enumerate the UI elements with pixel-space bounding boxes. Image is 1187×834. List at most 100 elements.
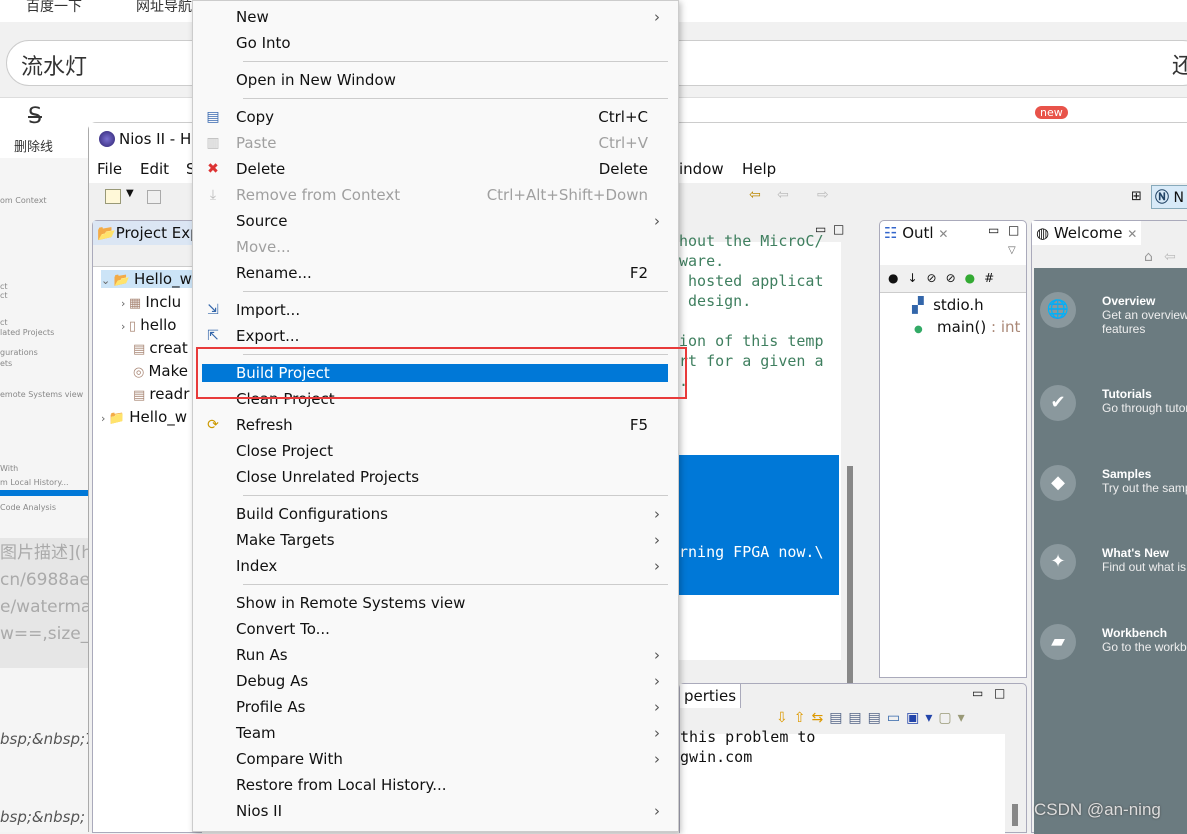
console-output[interactable]: this problem to gwin.com	[680, 728, 1005, 834]
code-editor[interactable]: hout the MicroC/ware. hosted applicat de…	[679, 232, 841, 660]
back-icon[interactable]: ⇦	[777, 187, 789, 203]
hide-members-icon[interactable]: ●	[965, 271, 984, 285]
menu-item-import[interactable]: ⇲ Import...	[193, 297, 678, 323]
display-console-icon[interactable]: ▣▾	[906, 710, 938, 726]
clear-icon[interactable]: ▤▤▤	[829, 710, 887, 726]
dropdown-icon[interactable]: ▼	[126, 188, 134, 199]
sort-icon[interactable]: ↓	[907, 271, 926, 285]
chevron-right-icon[interactable]: ›	[101, 412, 109, 425]
tree-item[interactable]: ▤ creat	[121, 339, 188, 357]
maximize-icon[interactable]: □	[833, 222, 844, 236]
welcome-item-title: Workbench	[1102, 626, 1168, 640]
close-icon[interactable]: ✕	[1127, 227, 1137, 241]
outline-item[interactable]: ● main() : int	[914, 318, 1020, 336]
scrollbar[interactable]	[1012, 804, 1018, 826]
maximize-icon[interactable]: □	[1008, 223, 1019, 237]
tree-item[interactable]: › 📁 Hello_w	[101, 408, 187, 426]
menu-item-restore-from-local-history[interactable]: Restore from Local History...	[193, 772, 678, 798]
welcome-item-samples[interactable]: ◆ Samples Try out the samp	[1040, 465, 1187, 509]
tab-welcome[interactable]: ◍ Welcome ✕	[1032, 221, 1142, 245]
markdown-line: 图片描述](h	[0, 543, 88, 563]
menu-item-build-configurations[interactable]: Build Configurations ›	[193, 501, 678, 527]
menu-edit[interactable]: Edit	[140, 160, 169, 178]
menu-item-show-in-remote-systems-view[interactable]: Show in Remote Systems view	[193, 590, 678, 616]
close-icon[interactable]: ✕	[938, 227, 948, 241]
nios-perspective-button[interactable]: Ⓝ N	[1151, 185, 1187, 209]
menu-item-index[interactable]: Index ›	[193, 553, 678, 579]
next-icon[interactable]: ⇩	[776, 710, 794, 726]
hide-macros-icon[interactable]: #	[984, 271, 1003, 285]
menu-window[interactable]: indow	[679, 160, 724, 178]
link-icon[interactable]: ⇆	[811, 710, 829, 726]
tree-item[interactable]: › ▦ Inclu	[121, 293, 181, 311]
menu-item-remove-from-context[interactable]: ⤓ Remove from Context Ctrl+Alt+Shift+Down	[193, 182, 678, 208]
bookmark[interactable]: 网址导航	[136, 0, 192, 16]
new-icon[interactable]	[105, 189, 121, 204]
strikethrough-icon[interactable]: S	[28, 104, 42, 129]
prev-icon[interactable]: ⇧	[794, 710, 812, 726]
menu-item-rename[interactable]: Rename... F2	[193, 260, 678, 286]
menu-item-shortcut: Ctrl+V	[598, 134, 648, 152]
open-perspective-icon[interactable]: ⊞	[1131, 189, 1142, 204]
menu-item-team[interactable]: Team ›	[193, 720, 678, 746]
save-icon[interactable]	[147, 190, 161, 204]
hide-nonpublic-icon[interactable]: ⊘	[946, 271, 965, 285]
menu-item-run-as[interactable]: Run As ›	[193, 642, 678, 668]
pin-icon[interactable]: ▭	[887, 710, 906, 726]
welcome-item-what-s-new[interactable]: ✦ What's New Find out what is	[1040, 544, 1187, 588]
open-console-icon[interactable]: ▢▾	[938, 710, 970, 726]
back-icon[interactable]: ⇦	[1164, 249, 1176, 265]
blurred-menu-text: lated Projects	[0, 328, 55, 337]
menu-item-go-into[interactable]: Go Into	[193, 30, 678, 56]
menu-item-export[interactable]: ⇱ Export...	[193, 323, 678, 349]
menu-item-copy[interactable]: ▤ Copy Ctrl+C	[193, 104, 678, 130]
welcome-item-overview[interactable]: 🌐 Overview Get an overview features	[1040, 292, 1187, 336]
menu-item-profile-as[interactable]: Profile As ›	[193, 694, 678, 720]
welcome-item-tutorials[interactable]: ✔ Tutorials Go through tutori	[1040, 385, 1187, 429]
menu-item-convert-to[interactable]: Convert To...	[193, 616, 678, 642]
menu-item-debug-as[interactable]: Debug As ›	[193, 668, 678, 694]
tree-item[interactable]: ◎ Make	[121, 362, 188, 380]
back-to-last-edit-icon[interactable]: ⇦	[749, 187, 761, 203]
tree-label: Hello_w	[129, 408, 188, 426]
menu-item-compare-with[interactable]: Compare With ›	[193, 746, 678, 772]
tab-project-explorer[interactable]: 📂Project Exp	[93, 221, 203, 245]
include-icon: ▞	[912, 296, 924, 314]
view-menu-icon[interactable]: ▽	[1008, 245, 1016, 256]
chevron-right-icon[interactable]: ›	[121, 320, 129, 333]
bookmark[interactable]: 百度一下	[26, 0, 82, 16]
tree-item[interactable]: ⌄ 📂 Hello_w	[101, 270, 201, 288]
maximize-icon[interactable]: □	[994, 686, 1005, 700]
tab-properties[interactable]: perties	[680, 684, 742, 708]
menu-item-refresh[interactable]: ⟳ Refresh F5	[193, 412, 678, 438]
menu-item-nios-ii[interactable]: Nios II ›	[193, 798, 678, 824]
hide-fields-icon[interactable]: ●	[888, 271, 907, 285]
menu-item-move[interactable]: Move...	[193, 234, 678, 260]
chevron-right-icon[interactable]: ›	[121, 297, 129, 310]
menu-file[interactable]: File	[97, 160, 122, 178]
menu-item-close-project[interactable]: Close Project	[193, 438, 678, 464]
menu-item-new[interactable]: New ›	[193, 4, 678, 30]
markdown-line: bsp;&nbsp;	[0, 808, 86, 826]
minimize-icon[interactable]: ▭	[972, 686, 983, 700]
outline-item[interactable]: ▞ stdio.h	[912, 296, 984, 314]
menu-help[interactable]: Help	[742, 160, 776, 178]
tab-outline[interactable]: ☷ Outl ✕	[880, 221, 952, 245]
menu-item-open-in-new-window[interactable]: Open in New Window	[193, 67, 678, 93]
menu-item-close-unrelated-projects[interactable]: Close Unrelated Projects	[193, 464, 678, 490]
blurred-menu-text: With	[0, 464, 19, 473]
menu-item-make-targets[interactable]: Make Targets ›	[193, 527, 678, 553]
chevron-down-icon[interactable]: ⌄	[101, 274, 114, 287]
menu-item-paste[interactable]: ▥ Paste Ctrl+V	[193, 130, 678, 156]
forward-icon[interactable]: ⇨	[817, 187, 829, 203]
minimize-icon[interactable]: ▭	[988, 223, 999, 237]
tree-item[interactable]: › ▯ hello	[121, 316, 176, 334]
menu-item-delete[interactable]: ✖ Delete Delete	[193, 156, 678, 182]
welcome-item-workbench[interactable]: ▰ Workbench Go to the workbe	[1040, 624, 1187, 668]
home-icon[interactable]: ⌂	[1144, 249, 1153, 265]
chevron-right-icon: ›	[654, 750, 660, 768]
hide-static-icon[interactable]: ⊘	[927, 271, 946, 285]
menu-item-source[interactable]: Source ›	[193, 208, 678, 234]
outline-icon: ☷	[884, 224, 898, 242]
tree-item[interactable]: ▤ readr	[121, 385, 189, 403]
